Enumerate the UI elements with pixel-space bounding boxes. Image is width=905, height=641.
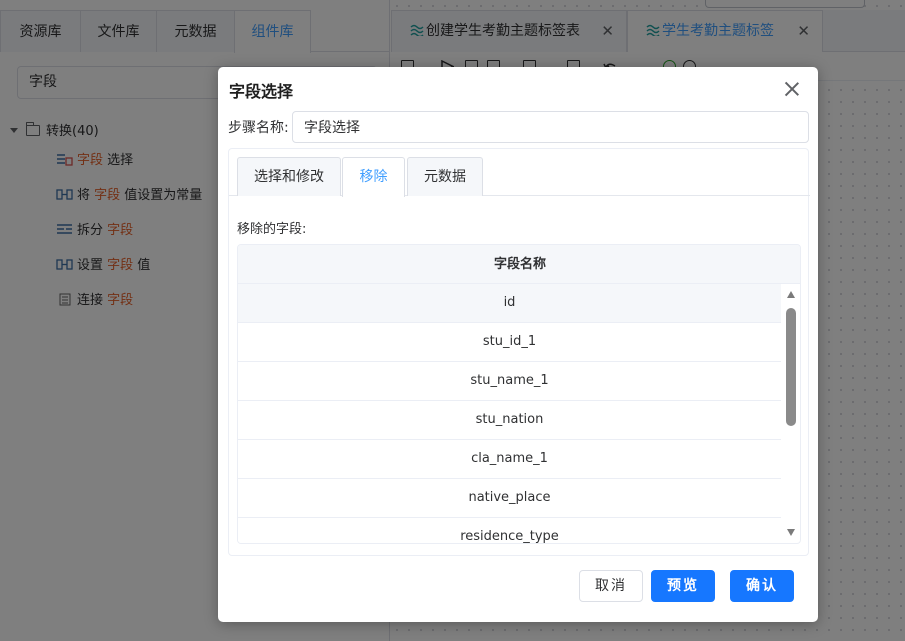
scroll-up-arrow-icon[interactable] xyxy=(787,291,795,298)
preview-button[interactable]: 预览 xyxy=(651,570,715,602)
table-body: id stu_id_1 stu_name_1 stu_nation cla_name_1… xyxy=(238,284,781,543)
step-name-label: 步骤名称: xyxy=(228,120,289,136)
dialog-tab-bar: 选择和修改 移除 元数据 xyxy=(229,149,810,197)
table-row[interactable]: cla_name_1 xyxy=(238,440,781,479)
dialog-tab-panel: 选择和修改 移除 元数据 移除的字段: 字段名称 id stu_id_1 stu_n… xyxy=(228,148,810,556)
close-icon[interactable] xyxy=(784,81,800,97)
step-name-input[interactable] xyxy=(292,111,809,143)
scroll-down-arrow-icon[interactable] xyxy=(787,529,795,536)
scrollbar-thumb[interactable] xyxy=(786,308,796,426)
table-row[interactable]: id xyxy=(238,284,781,323)
field-select-dialog: 字段选择 步骤名称: 选择和修改 移除 元数据 移除的字段: 字段名称 idst… xyxy=(218,67,818,622)
tab-remove[interactable]: 移除 xyxy=(342,157,405,197)
cancel-button[interactable]: 取消 xyxy=(579,570,643,602)
removed-fields-table: 字段名称 id stu_id_1 stu_name_1 stu_nation cla_n… xyxy=(237,244,801,544)
table-row[interactable]: residence_type xyxy=(238,518,781,543)
column-header-field-name[interactable]: 字段名称 xyxy=(238,245,800,284)
table-row[interactable]: stu_id_1 xyxy=(238,323,781,362)
tab-select-modify[interactable]: 选择和修改 xyxy=(237,157,341,196)
tab-metadata[interactable]: 元数据 xyxy=(407,157,483,196)
table-row[interactable]: stu_nation xyxy=(238,401,781,440)
dialog-title: 字段选择 xyxy=(229,82,294,101)
table-row[interactable]: native_place xyxy=(238,479,781,518)
removed-fields-label: 移除的字段: xyxy=(237,222,307,237)
table-row[interactable]: stu_name_1 xyxy=(238,362,781,401)
table-scrollbar[interactable] xyxy=(783,284,800,543)
confirm-button[interactable]: 确认 xyxy=(730,570,794,602)
